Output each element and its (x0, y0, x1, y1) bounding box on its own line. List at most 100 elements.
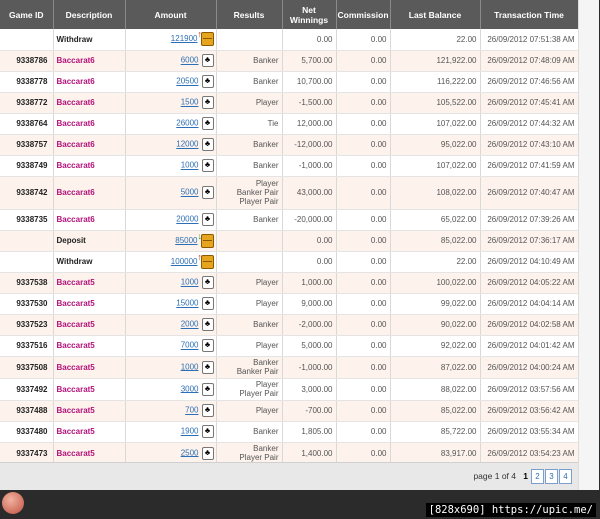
club-card-icon[interactable]: ♣ (201, 159, 214, 172)
results-cell: Banker Player Pair (216, 442, 283, 465)
description-cell[interactable]: Baccarat5 (53, 314, 126, 336)
commission-cell: 0.00 (336, 421, 391, 443)
description-cell[interactable]: Baccarat6 (53, 71, 126, 93)
amount-link[interactable]: 1000 (181, 161, 199, 170)
amount-link[interactable]: 20000 (176, 215, 198, 224)
transaction-table: Game ID Description Amount Results Net W… (0, 0, 579, 465)
amount-link[interactable]: 1000 (181, 278, 199, 287)
transaction-time-cell: 26/09/2012 04:00:24 AM (480, 356, 579, 379)
description-cell[interactable]: Baccarat5 (53, 421, 126, 443)
amount-cell: 100000 ↑ (125, 251, 217, 273)
club-card-icon[interactable]: ♣ (201, 297, 214, 310)
club-card-icon[interactable]: ♣ (201, 276, 214, 289)
description-cell[interactable]: Baccarat5 (53, 378, 126, 401)
deposit-arrow-icon: ↓ (197, 230, 203, 241)
club-card-icon[interactable]: ♣ (201, 339, 214, 352)
amount-cell: 1000 ♣ (125, 356, 217, 379)
description-cell[interactable]: Baccarat5 (53, 442, 126, 465)
description-cell[interactable]: Baccarat6 (53, 209, 126, 231)
col-transaction-time[interactable]: Transaction Time (480, 0, 579, 29)
amount-link[interactable]: 121900 (171, 34, 198, 43)
club-card-icon[interactable]: ♣ (201, 138, 214, 151)
game-id-cell: 9337530 (0, 293, 54, 315)
col-amount[interactable]: Amount (125, 0, 217, 29)
transaction-time-cell: 26/09/2012 07:51:38 AM (480, 29, 579, 51)
description-cell[interactable]: Baccarat5 (53, 272, 126, 294)
amount-link[interactable]: 20500 (176, 77, 198, 86)
last-balance-cell: 22.00 (390, 29, 481, 51)
amount-link[interactable]: 3000 (181, 384, 199, 393)
club-card-icon[interactable]: ♣ (201, 382, 214, 396)
club-card-icon[interactable]: ♣ (201, 75, 214, 88)
description-cell[interactable]: Baccarat6 (53, 92, 126, 114)
col-description[interactable]: Description (53, 0, 126, 29)
amount-link[interactable]: 2500 (181, 448, 199, 457)
amount-link[interactable]: 12000 (176, 140, 198, 149)
amount-link[interactable]: 6000 (181, 56, 199, 65)
col-last-balance[interactable]: Last Balance (390, 0, 481, 29)
description-cell[interactable]: Baccarat5 (53, 335, 126, 357)
page-link-2[interactable]: 2 (531, 469, 544, 484)
description-cell: Deposit (53, 230, 126, 252)
description-cell[interactable]: Baccarat6 (53, 50, 126, 72)
amount-link[interactable]: 26000 (176, 119, 198, 128)
club-card-icon[interactable]: ♣ (201, 425, 214, 438)
description-cell[interactable]: Baccarat6 (53, 155, 126, 177)
amount-cell: 15000 ♣ (125, 293, 217, 315)
col-commission[interactable]: Commission (336, 0, 391, 29)
amount-link[interactable]: 1900 (181, 427, 199, 436)
net-winnings-cell: 1,400.00 (282, 442, 337, 465)
page-scrollbar[interactable] (578, 0, 599, 490)
col-game-id[interactable]: Game ID (0, 0, 54, 29)
amount-link[interactable]: 15000 (176, 299, 198, 308)
club-card-icon[interactable]: ♣ (201, 117, 214, 130)
page-link-3[interactable]: 3 (545, 469, 558, 484)
game-id-cell: 9338772 (0, 92, 54, 114)
current-page: 1 (523, 471, 528, 481)
amount-link[interactable]: 1000 (181, 362, 199, 371)
club-card-icon[interactable]: ♣ (201, 318, 214, 331)
club-card-icon[interactable]: ♣ (201, 213, 214, 226)
withdraw-chest-icon[interactable]: ↑ (197, 29, 214, 47)
table-row: 9337508 Baccarat5 1000 ♣ Banker Banker Pair -1… (0, 356, 579, 379)
net-winnings-cell: 9,000.00 (282, 293, 337, 315)
amount-link[interactable]: 7000 (181, 341, 199, 350)
amount-cell: 12000 ♣ (125, 134, 217, 156)
commission-cell: 0.00 (336, 251, 391, 273)
club-card-icon[interactable]: ♣ (201, 360, 214, 374)
club-card-icon[interactable]: ♣ (201, 54, 214, 67)
game-id-cell: 9338742 (0, 176, 54, 210)
game-id-cell: 9338735 (0, 209, 54, 231)
amount-cell: 1900 ♣ (125, 421, 217, 443)
game-id-cell: 9337488 (0, 400, 54, 422)
start-orb-icon[interactable] (2, 492, 24, 514)
description-cell[interactable]: Baccarat5 (53, 356, 126, 379)
withdraw-chest-icon[interactable]: ↑ (198, 252, 214, 269)
amount-cell: 7000 ♣ (125, 335, 217, 357)
results-cell: Banker (216, 134, 283, 156)
game-id-cell: 9338764 (0, 113, 54, 135)
col-results[interactable]: Results (216, 0, 283, 29)
club-card-icon[interactable]: ♣ (201, 96, 214, 109)
amount-link[interactable]: 85000 (175, 236, 197, 245)
club-card-icon[interactable]: ♣ (201, 446, 214, 460)
description-cell[interactable]: Baccarat6 (53, 134, 126, 156)
amount-link[interactable]: 700 (185, 406, 198, 415)
amount-link[interactable]: 100000 (171, 257, 198, 266)
transaction-time-cell: 26/09/2012 03:54:23 AM (480, 442, 579, 465)
club-card-icon[interactable]: ♣ (201, 404, 214, 417)
results-cell: Banker (216, 71, 283, 93)
description-cell[interactable]: Baccarat6 (53, 176, 126, 210)
deposit-chest-icon[interactable]: ↓ (197, 230, 214, 248)
withdraw-arrow-icon: ↑ (197, 29, 203, 40)
table-row: 9338772 Baccarat6 1500 ♣ Player -1,500.00 0.00… (0, 92, 579, 114)
amount-link[interactable]: 2000 (181, 320, 199, 329)
description-cell[interactable]: Baccarat5 (53, 293, 126, 315)
col-net-winnings[interactable]: Net Winnings (282, 0, 337, 29)
description-cell[interactable]: Baccarat5 (53, 400, 126, 422)
amount-link[interactable]: 5000 (181, 188, 199, 197)
description-cell[interactable]: Baccarat6 (53, 113, 126, 135)
page-link-4[interactable]: 4 (559, 469, 572, 484)
amount-link[interactable]: 1500 (181, 98, 199, 107)
club-card-icon[interactable]: ♣ (201, 186, 214, 199)
